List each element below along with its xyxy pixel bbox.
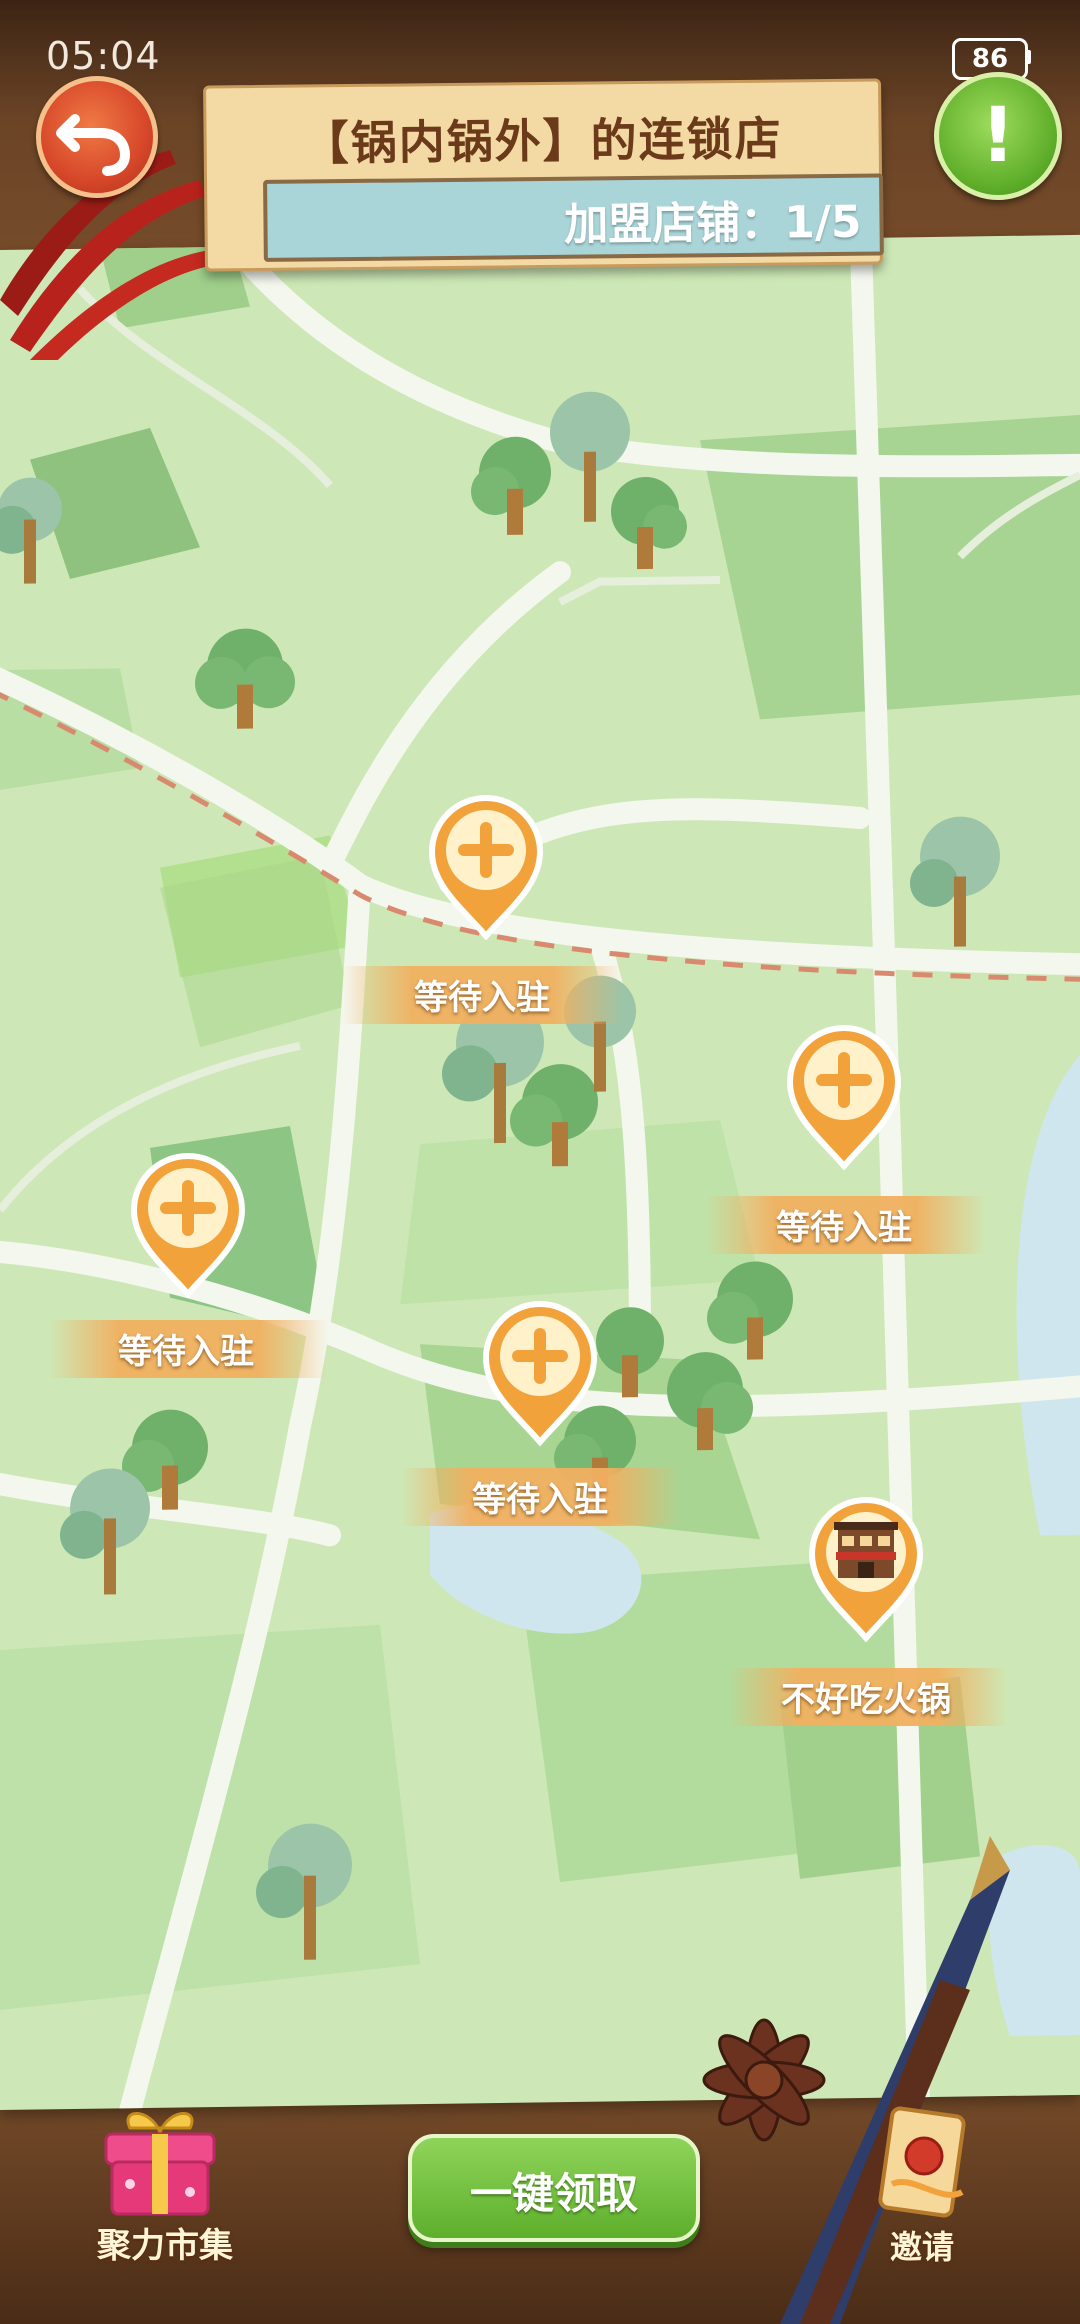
franchise-count-text: 加盟店铺：1/5 xyxy=(564,186,862,253)
battery-tip xyxy=(1026,50,1031,64)
claim-all-label: 一键领取 xyxy=(469,2169,638,2218)
status-time: 05:04 xyxy=(46,34,161,78)
map-pin-slot-1[interactable] xyxy=(424,790,548,941)
claim-all-button[interactable]: 一键领取 xyxy=(408,2134,700,2242)
map-pin-slot-3[interactable] xyxy=(126,1148,250,1299)
plus-icon xyxy=(130,1153,246,1299)
franchise-count: 1/5 xyxy=(783,196,862,249)
invitation-letter-icon xyxy=(878,2106,966,2218)
undo-arrow-icon xyxy=(56,114,131,176)
title-banner: 【锅内锅外】的连锁店 加盟店铺：1/5 xyxy=(203,78,884,272)
market-label: 聚力市集 xyxy=(97,2226,233,2266)
back-button[interactable] xyxy=(36,76,158,198)
gift-box-icon xyxy=(104,2112,216,2216)
map-pin-shop[interactable] xyxy=(804,1492,928,1643)
invite-label: 邀请 xyxy=(889,2228,954,2266)
franchise-progress-bar: 加盟店铺：1/5 xyxy=(263,173,884,262)
pin-label-shop: 不好吃火锅 xyxy=(781,1680,951,1720)
exclamation-icon: ! xyxy=(980,90,1016,179)
plus-icon xyxy=(786,1025,902,1171)
map-pin-slot-2[interactable] xyxy=(782,1020,906,1171)
plus-icon xyxy=(428,795,544,941)
page-title: 【锅内锅外】的连锁店 xyxy=(302,111,783,171)
info-button[interactable]: ! xyxy=(934,72,1062,200)
pin-label-slot-2: 等待入驻 xyxy=(776,1208,912,1248)
franchise-label: 加盟店铺： xyxy=(563,197,785,251)
plus-icon xyxy=(482,1301,598,1447)
pin-label-slot-4: 等待入驻 xyxy=(472,1480,608,1520)
market-button[interactable] xyxy=(90,2108,230,2220)
pin-label-slot-3: 等待入驻 xyxy=(118,1332,254,1372)
shop-building-icon xyxy=(808,1497,924,1643)
invite-button[interactable] xyxy=(872,2104,972,2220)
map-pin-slot-4[interactable] xyxy=(478,1296,602,1447)
pin-label-slot-1: 等待入驻 xyxy=(414,978,550,1018)
